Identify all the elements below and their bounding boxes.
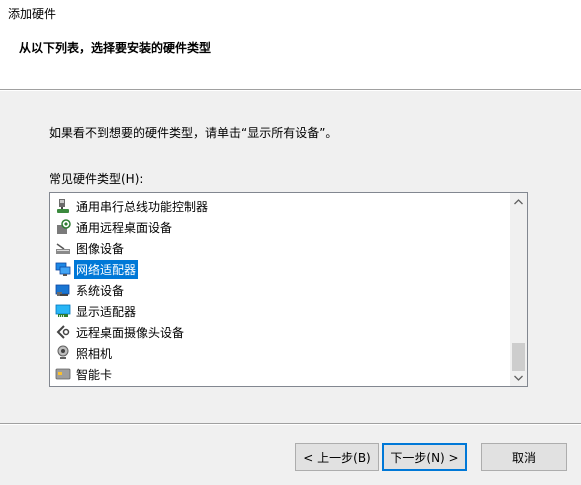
window-title: 添加硬件 bbox=[8, 7, 57, 21]
list-item[interactable]: 显示适配器 bbox=[54, 301, 504, 321]
header-divider-highlight bbox=[0, 90, 581, 91]
list-item-label: 系统设备 bbox=[76, 283, 125, 298]
vertical-scrollbar[interactable] bbox=[510, 193, 527, 386]
scroll-down-button[interactable] bbox=[510, 369, 527, 386]
system-device-icon bbox=[54, 282, 72, 298]
footer-divider-highlight bbox=[0, 424, 581, 425]
list-item[interactable]: 通用串行总线功能控制器 bbox=[54, 196, 504, 216]
scroll-up-button[interactable] bbox=[510, 193, 527, 210]
display-adapter-icon bbox=[54, 303, 72, 319]
camera-arrow-icon bbox=[54, 324, 72, 340]
list-item[interactable]: 通用远程桌面设备 bbox=[54, 217, 504, 237]
list-item-label: 远程桌面摄像头设备 bbox=[76, 325, 185, 340]
list-item-label: 智能卡 bbox=[76, 367, 113, 382]
list-item-label: 图像设备 bbox=[76, 241, 125, 256]
hardware-type-label: 常见硬件类型(H): bbox=[49, 172, 144, 186]
list-item[interactable]: 网络适配器 bbox=[54, 259, 504, 279]
scanner-icon bbox=[54, 240, 72, 256]
list-item[interactable]: 远程桌面摄像头设备 bbox=[54, 322, 504, 342]
list-item-label: 显示适配器 bbox=[76, 304, 137, 319]
list-item-label: 网络适配器 bbox=[74, 259, 139, 279]
cancel-button[interactable]: 取消 bbox=[481, 443, 567, 471]
list-item-label: 通用串行总线功能控制器 bbox=[76, 199, 209, 214]
chevron-down-icon bbox=[514, 375, 523, 381]
next-button[interactable]: 下一步(N) > bbox=[382, 443, 467, 471]
list-item-label: 通用远程桌面设备 bbox=[76, 220, 173, 235]
usb-controller-icon bbox=[54, 198, 72, 214]
list-item[interactable]: 系统设备 bbox=[54, 280, 504, 300]
back-button[interactable]: < 上一步(B) bbox=[295, 443, 379, 471]
remote-desktop-icon bbox=[54, 219, 72, 235]
scrollbar-thumb[interactable] bbox=[512, 343, 525, 371]
list-item-label: 照相机 bbox=[76, 346, 113, 361]
list-item[interactable]: 照相机 bbox=[54, 343, 504, 363]
network-adapter-icon bbox=[54, 261, 72, 277]
instruction-text: 如果看不到想要的硬件类型，请单击“显示所有设备”。 bbox=[49, 126, 338, 140]
header-title: 从以下列表，选择要安装的硬件类型 bbox=[19, 41, 212, 55]
smart-card-icon bbox=[54, 366, 72, 382]
list-item[interactable]: 智能卡 bbox=[54, 364, 504, 384]
webcam-icon bbox=[54, 345, 72, 361]
chevron-up-icon bbox=[514, 198, 523, 204]
title-bar: 添加硬件 bbox=[0, 0, 581, 28]
list-item[interactable]: 图像设备 bbox=[54, 238, 504, 258]
hardware-type-listbox[interactable]: 通用串行总线功能控制器 通用远程桌面设备 图像设备 网络适配器 系统设备 显示适… bbox=[49, 192, 528, 387]
wizard-header: 从以下列表，选择要安装的硬件类型 bbox=[0, 28, 581, 89]
